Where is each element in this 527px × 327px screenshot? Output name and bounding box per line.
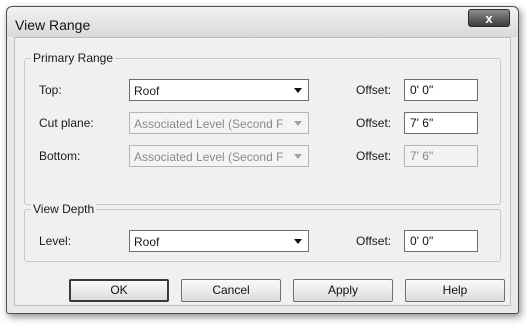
cut-plane-label: Cut plane:	[39, 116, 94, 130]
bottom-label: Bottom:	[39, 149, 81, 163]
view-depth-group: View Depth Level: Roof Offset:	[24, 202, 501, 262]
top-level-value: Roof	[134, 84, 160, 98]
dialog-body: Primary Range Top: Roof Offset: Cut plan…	[14, 37, 511, 306]
primary-range-label: Primary Range	[31, 51, 116, 65]
dialog-title: View Range	[15, 17, 91, 33]
level-label: Level:	[39, 234, 72, 248]
bottom-level-value: Associated Level (Second F	[134, 150, 284, 164]
cancel-button[interactable]: Cancel	[181, 279, 281, 302]
view-depth-label: View Depth	[31, 202, 97, 216]
cut-plane-level-value: Associated Level (Second F	[134, 117, 284, 131]
view-depth-offset-label: Offset:	[356, 234, 392, 248]
cut-plane-offset-label: Offset:	[356, 116, 392, 130]
chevron-down-icon	[294, 239, 302, 244]
apply-button[interactable]: Apply	[293, 279, 393, 302]
title-bar[interactable]: View Range x	[7, 7, 518, 37]
ok-button[interactable]: OK	[69, 279, 169, 302]
help-button[interactable]: Help	[405, 279, 505, 302]
top-level-select[interactable]: Roof	[129, 79, 309, 101]
chevron-down-icon	[294, 154, 302, 159]
bottom-offset-label: Offset:	[356, 149, 392, 163]
view-depth-offset-input[interactable]	[404, 230, 478, 252]
cut-plane-level-select: Associated Level (Second F	[129, 112, 309, 134]
view-depth-level-value: Roof	[134, 235, 160, 249]
top-offset-input[interactable]	[404, 79, 478, 101]
view-range-dialog: View Range x Primary Range Top: Roof Off…	[6, 6, 519, 314]
chevron-down-icon	[294, 121, 302, 126]
cut-plane-offset-input[interactable]	[404, 112, 478, 134]
chevron-down-icon	[294, 88, 302, 93]
close-button[interactable]: x	[468, 9, 510, 27]
view-depth-level-select[interactable]: Roof	[129, 230, 309, 252]
bottom-level-select: Associated Level (Second F	[129, 145, 309, 167]
top-label: Top:	[39, 83, 62, 97]
primary-range-group: Primary Range Top: Roof Offset: Cut plan…	[24, 51, 501, 205]
top-offset-label: Offset:	[356, 83, 392, 97]
bottom-offset-input	[404, 145, 478, 167]
